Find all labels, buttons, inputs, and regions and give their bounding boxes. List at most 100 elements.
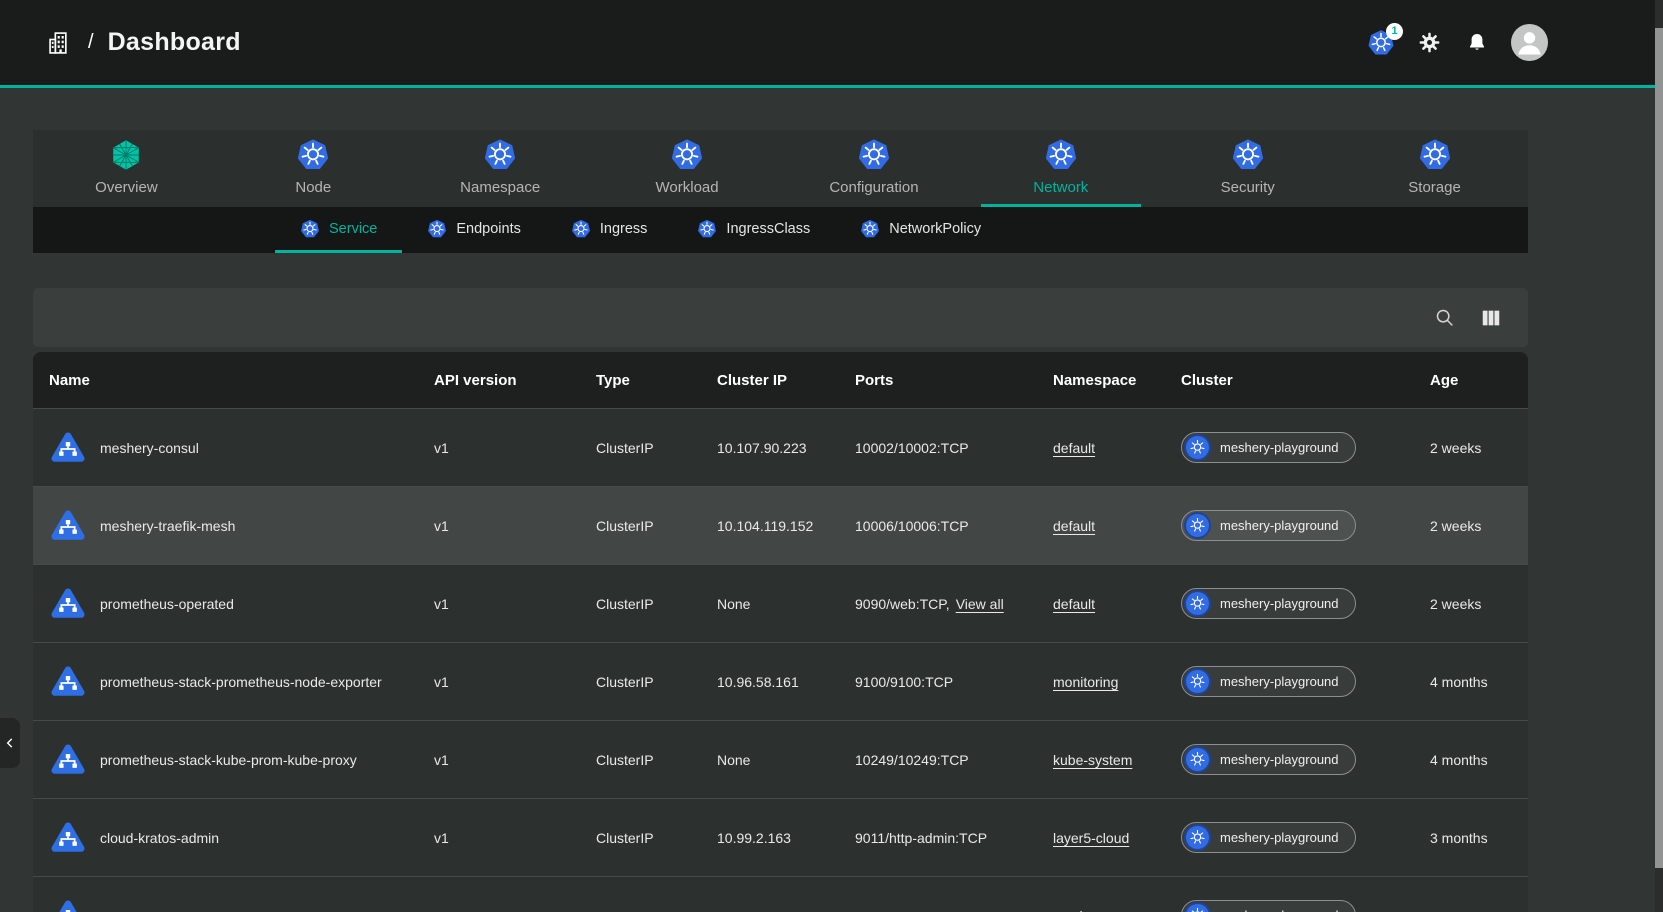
ports-cell: 10249/10249:TCP (855, 752, 1053, 768)
kubernetes-icon (1418, 138, 1452, 172)
namespace-link[interactable]: meshery (1053, 908, 1107, 912)
cluster-chip[interactable]: meshery-playground (1181, 900, 1356, 912)
ports-cell: 9090/web:TCP,View all (855, 596, 1053, 612)
cluster-chip[interactable]: meshery-playground (1181, 588, 1356, 619)
kubernetes-context-button[interactable]: 1 (1367, 29, 1395, 57)
tab-configuration[interactable]: Configuration (781, 130, 968, 207)
table-toolbar (33, 288, 1528, 347)
namespace-link[interactable]: default (1053, 440, 1095, 456)
namespace-link[interactable]: layer5-cloud (1053, 830, 1129, 846)
api-version-cell: v1 (434, 830, 596, 846)
cluster-ip-cell: 10.107.90.223 (717, 440, 855, 456)
subtab-endpoints[interactable]: Endpoints (402, 207, 546, 253)
type-cell: ClusterIP (596, 752, 717, 768)
ports-cell (855, 908, 1053, 912)
subtab-service[interactable]: Service (275, 207, 402, 253)
tab-node[interactable]: Node (220, 130, 407, 207)
kubernetes-icon (1184, 434, 1211, 461)
namespace-link[interactable]: default (1053, 518, 1095, 534)
service-icon (49, 429, 87, 467)
tab-storage[interactable]: Storage (1341, 130, 1528, 207)
column-header-type[interactable]: Type (596, 372, 717, 389)
subtab-ingress[interactable]: Ingress (546, 207, 673, 253)
user-avatar[interactable] (1511, 24, 1548, 61)
subtab-ingressclass[interactable]: IngressClass (672, 207, 835, 253)
tab-network[interactable]: Network (967, 130, 1154, 207)
tab-overview[interactable]: Overview (33, 130, 220, 207)
service-icon (49, 507, 87, 545)
type-cell: ClusterIP (596, 596, 717, 612)
tab-namespace[interactable]: Namespace (407, 130, 594, 207)
namespace-link[interactable]: monitoring (1053, 674, 1118, 690)
view-columns-icon[interactable] (1480, 307, 1502, 329)
cluster-ip-cell: 10.99.2.163 (717, 830, 855, 846)
cluster-chip[interactable]: meshery-playground (1181, 432, 1356, 463)
kubernetes-icon (857, 138, 891, 172)
page-title: Dashboard (108, 28, 241, 57)
column-header-name[interactable]: Name (33, 372, 434, 389)
service-name: meshery-traefik-mesh (100, 518, 235, 534)
column-header-api-version[interactable]: API version (434, 372, 596, 389)
table-row[interactable]: cloud-kratos-admin v1 ClusterIP 10.99.2.… (33, 798, 1528, 876)
kubernetes-icon (483, 138, 517, 172)
service-name: cloud-kratos-admin (100, 830, 219, 846)
column-header-namespace[interactable]: Namespace (1053, 372, 1181, 389)
age-cell: 3 months (1430, 830, 1528, 846)
age-cell: 4 months (1430, 674, 1528, 690)
gear-icon (1417, 30, 1442, 55)
kubernetes-icon (670, 138, 704, 172)
service-name: prometheus-stack-prometheus-node-exporte… (100, 674, 382, 690)
subtab-networkpolicy[interactable]: NetworkPolicy (835, 207, 1006, 253)
chevron-left-icon (3, 736, 17, 750)
context-count-badge: 1 (1386, 23, 1403, 40)
table-row[interactable]: meshery meshery-playground (33, 876, 1528, 912)
table-row[interactable]: prometheus-stack-prometheus-node-exporte… (33, 642, 1528, 720)
organization-building-icon[interactable] (46, 29, 74, 57)
kubernetes-icon (1184, 590, 1211, 617)
column-header-ports[interactable]: Ports (855, 372, 1053, 389)
api-version-cell: v1 (434, 674, 596, 690)
tab-workload[interactable]: Workload (594, 130, 781, 207)
column-header-age[interactable]: Age (1430, 372, 1528, 389)
column-header-cluster-ip[interactable]: Cluster IP (717, 372, 855, 389)
table-row[interactable]: prometheus-stack-kube-prom-kube-proxy v1… (33, 720, 1528, 798)
service-icon (49, 741, 87, 779)
api-version-cell: v1 (434, 752, 596, 768)
cluster-chip[interactable]: meshery-playground (1181, 666, 1356, 697)
collapse-drawer-handle[interactable] (0, 718, 20, 768)
table-row[interactable]: prometheus-operated v1 ClusterIP None 90… (33, 564, 1528, 642)
breadcrumb-separator: / (88, 31, 94, 54)
column-header-cluster[interactable]: Cluster (1181, 372, 1430, 389)
cluster-chip[interactable]: meshery-playground (1181, 510, 1356, 541)
api-version-cell: v1 (434, 440, 596, 456)
service-icon (49, 585, 87, 623)
api-version-cell: v1 (434, 518, 596, 534)
ports-cell: 10002/10002:TCP (855, 440, 1053, 456)
services-table: Name API version Type Cluster IP Ports N… (33, 352, 1528, 912)
tab-security[interactable]: Security (1154, 130, 1341, 207)
table-row[interactable]: meshery-traefik-mesh v1 ClusterIP 10.104… (33, 486, 1528, 564)
meshery-logo-icon (109, 138, 143, 172)
settings-button[interactable] (1415, 29, 1443, 57)
cluster-chip[interactable]: meshery-playground (1181, 744, 1356, 775)
age-cell: 2 weeks (1430, 518, 1528, 534)
kubernetes-icon (296, 138, 330, 172)
api-version-cell: v1 (434, 596, 596, 612)
notifications-button[interactable] (1463, 29, 1491, 57)
resource-tabs: Overview Node Namespace Workload Configu… (33, 130, 1528, 207)
cluster-ip-cell: 10.104.119.152 (717, 518, 855, 534)
service-name: meshery-consul (100, 440, 199, 456)
namespace-link[interactable]: kube-system (1053, 752, 1132, 768)
table-row[interactable]: meshery-consul v1 ClusterIP 10.107.90.22… (33, 408, 1528, 486)
service-name: prometheus-stack-kube-prom-kube-proxy (100, 752, 357, 768)
age-cell: 2 weeks (1430, 440, 1528, 456)
view-all-link[interactable]: View all (956, 596, 1004, 612)
service-name: prometheus-operated (100, 596, 234, 612)
cluster-chip[interactable]: meshery-playground (1181, 822, 1356, 853)
namespace-link[interactable]: default (1053, 596, 1095, 612)
kubernetes-icon (1184, 512, 1211, 539)
app-header: / Dashboard 1 (0, 0, 1663, 88)
scrollbar-thumb[interactable] (1655, 28, 1663, 868)
search-icon[interactable] (1434, 307, 1456, 329)
cluster-ip-cell: None (717, 596, 855, 612)
